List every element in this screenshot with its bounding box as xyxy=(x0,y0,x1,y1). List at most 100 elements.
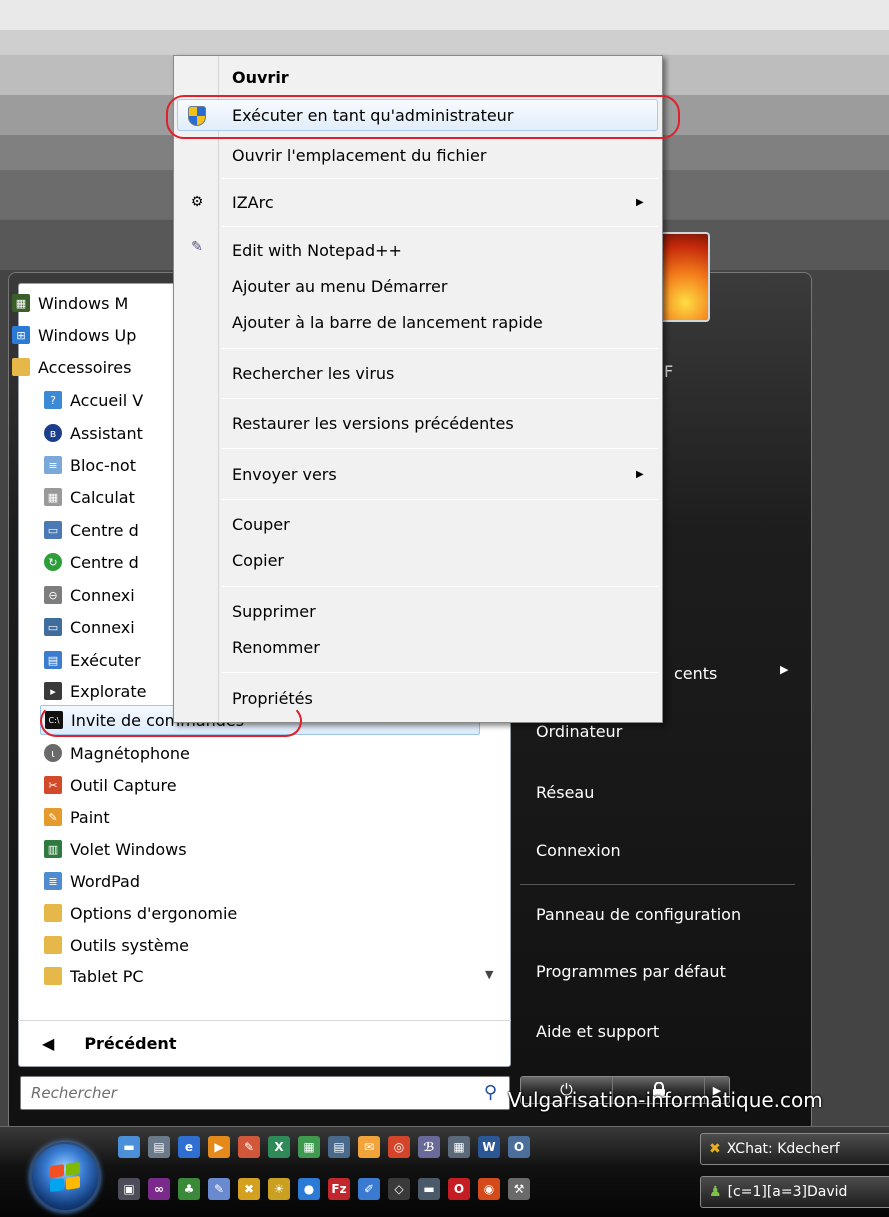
menu-item-open-location[interactable]: Ouvrir l'emplacement du fichier xyxy=(232,146,486,165)
menu-item-cut[interactable]: Couper xyxy=(232,515,290,534)
taskbar-button-label: [c=1][a=3]David xyxy=(727,1184,848,1200)
explorer-icon: ▸ xyxy=(44,682,62,700)
outlook-icon[interactable]: O xyxy=(508,1136,530,1158)
program-item-recorder[interactable]: ɩ Magnétophone xyxy=(44,738,464,768)
program-item-welcome[interactable]: ? Accueil V xyxy=(44,385,164,415)
menu-item-rename[interactable]: Renommer xyxy=(232,638,320,657)
app-icon[interactable]: ▣ xyxy=(118,1178,140,1200)
menu-item-add-quick-launch[interactable]: Ajouter à la barre de lancement rapide xyxy=(232,313,543,332)
help-support-link[interactable]: Aide et support xyxy=(536,1022,659,1041)
program-label: Outil Capture xyxy=(70,775,177,795)
program-item-calculator[interactable]: ▦ Calculat xyxy=(44,482,164,512)
default-programs-link[interactable]: Programmes par défaut xyxy=(536,962,726,981)
user-name[interactable]: F xyxy=(664,362,673,381)
menu-separator xyxy=(222,348,658,349)
program-item-system-tools[interactable]: Outils système xyxy=(44,930,464,960)
word-icon[interactable]: W xyxy=(478,1136,500,1158)
network-link[interactable]: Réseau xyxy=(536,783,594,802)
program-item-snipping[interactable]: ✂ Outil Capture xyxy=(44,770,464,800)
back-label: Précédent xyxy=(84,1034,177,1053)
scroll-down-arrow-icon[interactable]: ▼ xyxy=(485,968,493,981)
sun-icon[interactable]: ☀ xyxy=(268,1178,290,1200)
taskbar-button-chat[interactable]: ♟ [c=1][a=3]David xyxy=(700,1176,889,1208)
program-item-accessories[interactable]: Accessoires xyxy=(12,352,162,382)
menu-item-scan-virus[interactable]: Rechercher les virus xyxy=(232,364,394,383)
chat-icon[interactable]: ● xyxy=(298,1178,320,1200)
taskbar-button-xchat[interactable]: ✖ XChat: Kdecherf xyxy=(700,1133,889,1165)
menu-item-izarc[interactable]: IZArc xyxy=(232,193,274,212)
menu-item-send-to[interactable]: Envoyer vers xyxy=(232,465,337,484)
menu-item-edit-notepad[interactable]: Edit with Notepad++ xyxy=(232,241,402,260)
show-desktop-icon[interactable]: ▬ xyxy=(118,1136,140,1158)
search-box[interactable]: ⚲ xyxy=(20,1076,510,1110)
quick-launch-row-2: ▣ ∞ ♣ ✎ ✖ ☀ ● Fz ✐ ◇ ▬ O ◉ ⚒ xyxy=(118,1178,538,1200)
program-label: Windows M xyxy=(38,293,129,313)
program-label: Assistant xyxy=(70,423,143,443)
quick-launch-row-1: ▬ ▤ e ▶ ✎ X ▦ ▤ ✉ ◎ ℬ ▦ W O xyxy=(118,1136,538,1158)
connect-to-link[interactable]: Connexion xyxy=(536,841,621,860)
back-button[interactable]: ◀ Précédent xyxy=(18,1020,511,1066)
control-panel-link[interactable]: Panneau de configuration xyxy=(536,905,741,924)
program-item-notepad[interactable]: ≡ Bloc-not xyxy=(44,450,164,480)
program-item-run[interactable]: ▤ Exécuter xyxy=(44,645,164,675)
program-label: Centre d xyxy=(70,552,139,572)
program-item-sidebar[interactable]: ▥ Volet Windows xyxy=(44,834,464,864)
program-item-tablet-pc[interactable]: Tablet PC xyxy=(44,961,464,991)
folder-icon xyxy=(12,358,30,376)
photo-icon[interactable]: ◎ xyxy=(388,1136,410,1158)
program-item-mobility-center[interactable]: ▭ Centre d xyxy=(44,515,164,545)
paint-shortcut-icon[interactable]: ✎ xyxy=(238,1136,260,1158)
program-item-assistant[interactable]: ʙ Assistant xyxy=(44,418,164,448)
back-arrow-icon: ◀ xyxy=(42,1034,55,1053)
search-input[interactable] xyxy=(31,1084,451,1102)
note-icon[interactable]: ✎ xyxy=(208,1178,230,1200)
screen-icon[interactable]: ▬ xyxy=(418,1178,440,1200)
menu-separator xyxy=(222,499,658,500)
sheet-icon[interactable]: ▦ xyxy=(298,1136,320,1158)
recent-items-link[interactable]: cents xyxy=(674,664,717,683)
program-item-explorer[interactable]: ▸ Explorate xyxy=(44,676,164,706)
media-player-icon[interactable]: ▶ xyxy=(208,1136,230,1158)
excel-icon[interactable]: X xyxy=(268,1136,290,1158)
menu-item-add-start-menu[interactable]: Ajouter au menu Démarrer xyxy=(232,277,447,296)
program-item-media-center[interactable]: ▦ Windows M xyxy=(12,288,162,318)
search-icon[interactable]: ⚲ xyxy=(484,1082,497,1103)
xchat-icon: ✖ xyxy=(709,1141,721,1157)
mail-icon[interactable]: ✉ xyxy=(358,1136,380,1158)
filezilla-icon[interactable]: Fz xyxy=(328,1178,350,1200)
tool-icon[interactable]: ⚒ xyxy=(508,1178,530,1200)
menu-separator xyxy=(222,672,658,673)
menu-item-open[interactable]: Ouvrir xyxy=(232,68,289,87)
welcome-icon: ? xyxy=(44,391,62,409)
users-icon[interactable]: ♣ xyxy=(178,1178,200,1200)
program-label: Options d'ergonomie xyxy=(70,903,238,923)
switch-windows-icon[interactable]: ▤ xyxy=(148,1136,170,1158)
annotation-oval-run-as-admin xyxy=(166,95,680,139)
menu-item-copy[interactable]: Copier xyxy=(232,551,284,570)
network-icon[interactable]: ◇ xyxy=(388,1178,410,1200)
calendar-icon[interactable]: ▦ xyxy=(448,1136,470,1158)
menu-item-delete[interactable]: Supprimer xyxy=(232,602,316,621)
izarc-icon: ⚙ xyxy=(190,194,204,210)
editor-icon[interactable]: ℬ xyxy=(418,1136,440,1158)
opera-icon[interactable]: O xyxy=(448,1178,470,1200)
program-item-paint[interactable]: ✎ Paint xyxy=(44,802,464,832)
xchat-icon[interactable]: ✖ xyxy=(238,1178,260,1200)
computer-link[interactable]: Ordinateur xyxy=(536,722,622,741)
infinity-icon[interactable]: ∞ xyxy=(148,1178,170,1200)
program-item-windows-update[interactable]: ⊞ Windows Up xyxy=(12,320,162,350)
program-item-wordpad[interactable]: ≣ WordPad xyxy=(44,866,464,896)
program-label: Bloc-not xyxy=(70,455,136,475)
internet-explorer-icon[interactable]: e xyxy=(178,1136,200,1158)
program-item-ease-access[interactable]: Options d'ergonomie xyxy=(44,898,464,928)
menu-item-restore-versions[interactable]: Restaurer les versions précédentes xyxy=(232,414,514,433)
program-item-connection-2[interactable]: ▭ Connexi xyxy=(44,612,164,642)
submenu-arrow-icon: ▶ xyxy=(636,469,644,480)
firefox-icon[interactable]: ◉ xyxy=(478,1178,500,1200)
brush-icon[interactable]: ✐ xyxy=(358,1178,380,1200)
program-item-connection-1[interactable]: ⊖ Connexi xyxy=(44,580,164,610)
document-icon[interactable]: ▤ xyxy=(328,1136,350,1158)
start-button[interactable] xyxy=(30,1142,100,1212)
program-item-sync-center[interactable]: ↻ Centre d xyxy=(44,547,164,577)
program-label: Exécuter xyxy=(70,650,141,670)
